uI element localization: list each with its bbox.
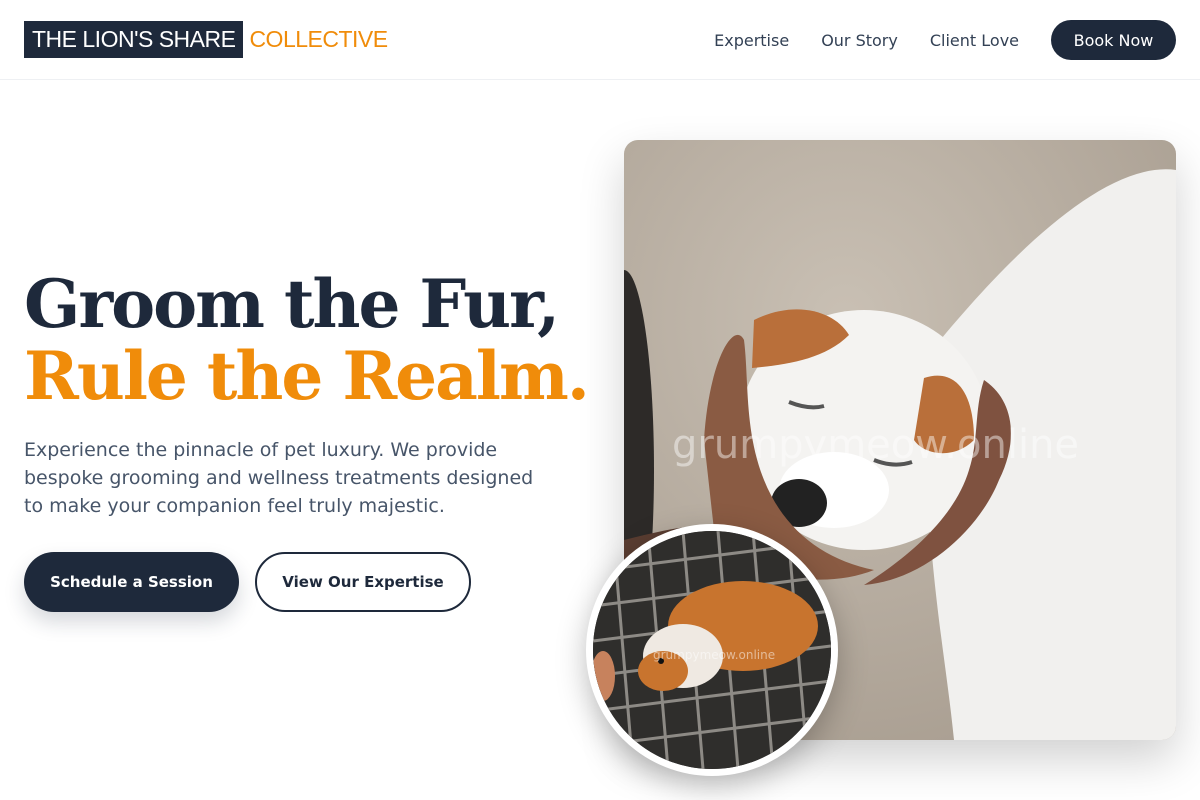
nav-link-expertise[interactable]: Expertise [714, 31, 789, 50]
schedule-session-button[interactable]: Schedule a Session [24, 552, 239, 612]
headline-line-2: Rule the Realm. [24, 337, 590, 415]
nav-link-our-story[interactable]: Our Story [821, 31, 898, 50]
main-photo-watermark: grumpymeow.online [672, 422, 1079, 468]
headline-line-1: Groom the Fur, [24, 265, 560, 343]
site-header: THE LION'S SHARE COLLECTIVE Expertise Ou… [0, 0, 1200, 80]
logo-main-text: THE LION'S SHARE [24, 21, 244, 58]
hero-headline: Groom the Fur, Rule the Realm. [24, 265, 590, 415]
inset-photo-watermark: grumpymeow.online [653, 648, 775, 662]
guinea-pig-illustration: grumpymeow.online [593, 531, 831, 769]
logo-accent-text: COLLECTIVE [249, 26, 388, 52]
view-expertise-button[interactable]: View Our Expertise [255, 552, 471, 612]
brand-logo[interactable]: THE LION'S SHARE COLLECTIVE [24, 21, 388, 58]
nav-link-client-love[interactable]: Client Love [930, 31, 1019, 50]
main-nav: Expertise Our Story Client Love Book Now [714, 20, 1176, 60]
hero-description: Experience the pinnacle of pet luxury. W… [24, 439, 534, 517]
inset-guinea-pig-photo: grumpymeow.online [586, 524, 838, 776]
book-now-button[interactable]: Book Now [1051, 20, 1176, 60]
